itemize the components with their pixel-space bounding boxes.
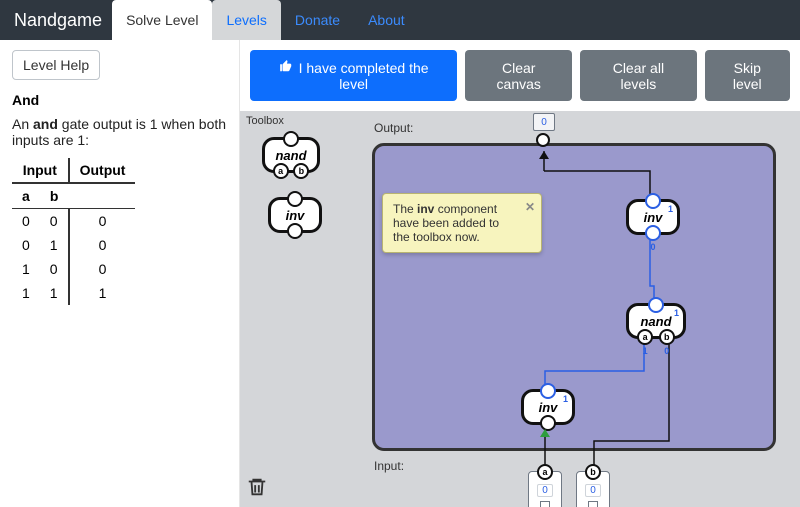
truth-col-a: a	[12, 183, 40, 209]
port-out[interactable]	[287, 191, 303, 207]
skip-level-button[interactable]: Skip level	[705, 50, 790, 101]
clear-all-levels-button[interactable]: Clear all levels	[580, 50, 696, 101]
port-out[interactable]	[283, 131, 299, 147]
table-row: 010	[12, 233, 135, 257]
brand-title: Nandgame	[10, 0, 112, 40]
table-row: 111	[12, 281, 135, 305]
output-value-box: 0	[533, 113, 555, 131]
truth-table: Input Output a b 000 010 100 111	[12, 158, 135, 305]
gate-out-value: 1	[674, 308, 679, 318]
thumb-up-icon	[279, 59, 293, 76]
app-header: Nandgame Solve Level Levels Donate About	[0, 0, 800, 40]
gate-out-value: 1	[668, 204, 673, 214]
placed-gate-nand[interactable]: nand 1 a b 1 0	[626, 303, 686, 339]
input-label: Input:	[374, 459, 404, 473]
desc-bold: and	[33, 116, 58, 132]
gate-out-value: 1	[563, 394, 568, 404]
output-port[interactable]	[536, 133, 550, 147]
toolbox-label: Toolbox	[240, 111, 348, 131]
toolbox-gate-nand[interactable]: nand a b	[262, 137, 320, 173]
truth-header-input: Input	[12, 158, 69, 183]
gate-label: inv	[539, 400, 558, 415]
port-out[interactable]	[540, 383, 556, 399]
port-b[interactable]: b	[659, 329, 675, 345]
gate-label: nand	[275, 148, 306, 163]
input-b-toggle[interactable]	[588, 501, 598, 507]
gate-label: inv	[644, 210, 663, 225]
completed-level-label: I have completed the level	[299, 60, 429, 92]
gate-in-value: 0	[650, 242, 655, 252]
output-label: Output:	[374, 121, 413, 135]
left-panel: Level Help And An and gate output is 1 w…	[0, 40, 240, 507]
input-a-value: 0	[537, 484, 553, 497]
completed-level-button[interactable]: I have completed the level	[250, 50, 457, 101]
gate-label: nand	[640, 314, 671, 329]
level-help-button[interactable]: Level Help	[12, 50, 100, 80]
workspace: Toolbox nand a b inv Output:	[240, 111, 800, 507]
port-a[interactable]: a	[637, 329, 653, 345]
triangle-up-icon	[539, 151, 549, 159]
port-in[interactable]	[287, 223, 303, 239]
port-in[interactable]	[645, 225, 661, 241]
port-b[interactable]: b	[293, 163, 309, 179]
trash-icon[interactable]	[246, 476, 268, 501]
truth-header-output: Output	[69, 158, 136, 183]
gate-label: inv	[286, 208, 305, 223]
input-a-toggle[interactable]	[540, 501, 550, 507]
table-row: 100	[12, 257, 135, 281]
port-out[interactable]	[645, 193, 661, 209]
placed-gate-inv-left[interactable]: inv 1	[521, 389, 575, 425]
input-a-pin[interactable]: a	[537, 464, 553, 480]
close-icon[interactable]: ✕	[525, 200, 535, 214]
level-title: And	[12, 92, 227, 108]
nav-donate[interactable]: Donate	[281, 0, 354, 40]
gate-a-value: 1	[643, 346, 648, 356]
truth-body: 000 010 100 111	[12, 209, 135, 306]
toolbox-tooltip: The inv component have been added to the…	[382, 193, 542, 253]
input-b-box[interactable]: b 0	[576, 471, 610, 507]
tab-solve-level[interactable]: Solve Level	[112, 0, 212, 40]
input-a-box[interactable]: a 0	[528, 471, 562, 507]
clear-canvas-button[interactable]: Clear canvas	[465, 50, 572, 101]
canvas[interactable]: Output: Input:	[348, 111, 800, 507]
level-description: An and gate output is 1 when both inputs…	[12, 116, 227, 148]
table-row: 000	[12, 209, 135, 234]
triangle-up-icon	[540, 429, 550, 437]
toolbox-gate-inv[interactable]: inv	[268, 197, 322, 233]
tab-levels[interactable]: Levels	[212, 0, 280, 40]
toolbox: Toolbox nand a b inv	[240, 111, 348, 507]
port-out[interactable]	[648, 297, 664, 313]
nav-about[interactable]: About	[354, 0, 419, 40]
input-b-value: 0	[585, 484, 601, 497]
placed-gate-inv-top[interactable]: inv 1 0	[626, 199, 680, 235]
toolbar: I have completed the level Clear canvas …	[240, 40, 800, 111]
truth-col-out	[69, 183, 136, 209]
main-area: Level Help And An and gate output is 1 w…	[0, 40, 800, 507]
right-panel: I have completed the level Clear canvas …	[240, 40, 800, 507]
port-a[interactable]: a	[273, 163, 289, 179]
input-b-pin[interactable]: b	[585, 464, 601, 480]
gate-b-value: 0	[664, 346, 669, 356]
truth-col-b: b	[40, 183, 69, 209]
desc-pre: An	[12, 116, 33, 132]
